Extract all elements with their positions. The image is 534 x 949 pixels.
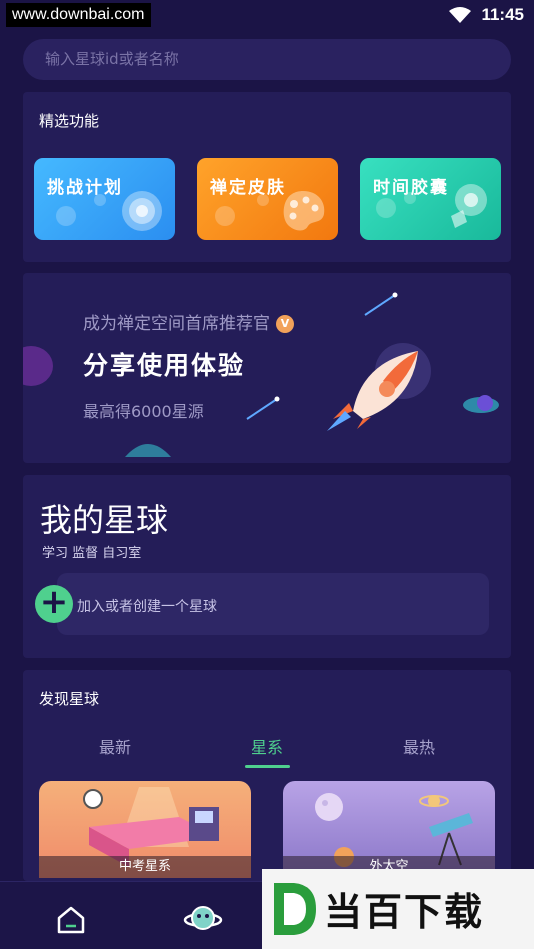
galaxy-name: 中考星系 bbox=[39, 856, 251, 878]
watermark-logo: 当百下载 bbox=[262, 869, 534, 949]
my-planet-tags: 学习 监督 自习室 bbox=[42, 546, 142, 561]
plus-icon[interactable]: + bbox=[35, 585, 73, 623]
my-planet-title: 我的星球 bbox=[40, 501, 169, 539]
feature-zen-skin-button[interactable]: 禅定皮肤 bbox=[197, 158, 338, 240]
feature-label: 禅定皮肤 bbox=[210, 178, 286, 198]
capsule-icon bbox=[451, 184, 487, 228]
promo-subtitle-text: 成为禅定空间首席推荐官 bbox=[83, 314, 270, 334]
my-planet-card: 我的星球 学习 监督 自习室 + 加入或者创建一个星球 bbox=[23, 475, 511, 658]
discover-card: 发现星球 最新 星系 最热 中考星系 外太空 bbox=[23, 670, 511, 881]
promo-subtitle: 成为禅定空间首席推荐官 V bbox=[83, 309, 294, 334]
watermark-text: 当百下载 bbox=[324, 890, 485, 934]
feature-time-capsule-button[interactable]: 时间胶囊 bbox=[360, 158, 501, 240]
feature-label: 挑战计划 bbox=[47, 178, 123, 198]
telescope-illustration-icon bbox=[315, 793, 473, 867]
search-input[interactable]: 输入星球id或者名称 bbox=[23, 39, 511, 80]
status-bar: www.downbai.com 11:45 bbox=[0, 0, 534, 30]
shooting-star-icon bbox=[246, 396, 280, 420]
feature-label: 时间胶囊 bbox=[373, 178, 449, 198]
join-planet-text: 加入或者创建一个星球 bbox=[77, 599, 217, 615]
tab-galaxy[interactable]: 星系 bbox=[251, 734, 283, 758]
status-indicators: 11:45 bbox=[449, 4, 524, 26]
desk-illustration-icon bbox=[83, 787, 219, 867]
rocket-icon bbox=[327, 343, 431, 431]
discover-title: 发现星球 bbox=[39, 690, 100, 708]
search-placeholder: 输入星球id或者名称 bbox=[45, 50, 179, 68]
galaxy-card-zhongkao[interactable]: 中考星系 bbox=[39, 781, 251, 878]
planet-icon[interactable] bbox=[183, 900, 223, 938]
planet-decoration-icon bbox=[125, 444, 171, 457]
featured-card: 精选功能 挑战计划 禅定皮肤 时间胶囊 bbox=[23, 92, 511, 262]
v-badge-icon: V bbox=[276, 315, 294, 333]
promo-banner[interactable]: 成为禅定空间首席推荐官 V 分享使用体验 最高得6000星源 bbox=[23, 273, 511, 463]
active-tab-indicator bbox=[245, 765, 290, 768]
promo-headline: 分享使用体验 bbox=[83, 351, 246, 380]
promo-reward: 最高得6000星源 bbox=[83, 402, 204, 421]
watermark-url: www.downbai.com bbox=[6, 3, 151, 27]
planet-decoration-icon bbox=[463, 395, 499, 413]
feature-challenge-plan-button[interactable]: 挑战计划 bbox=[34, 158, 175, 240]
bubble-decoration bbox=[215, 206, 235, 226]
home-icon[interactable] bbox=[55, 904, 87, 936]
discover-tabs: 最新 星系 最热 bbox=[23, 730, 511, 770]
downbai-logo-icon bbox=[274, 883, 316, 935]
wifi-icon bbox=[449, 7, 472, 23]
tab-hottest[interactable]: 最热 bbox=[403, 734, 435, 758]
tab-latest[interactable]: 最新 bbox=[99, 734, 131, 758]
planet-decoration-icon bbox=[23, 346, 53, 386]
target-icon bbox=[122, 191, 162, 231]
bubble-decoration bbox=[56, 206, 76, 226]
bubble-decoration bbox=[376, 198, 396, 218]
status-time: 11:45 bbox=[481, 5, 524, 24]
palette-icon bbox=[283, 191, 325, 231]
galaxy-card-outer-space[interactable]: 外太空 bbox=[283, 781, 495, 878]
featured-title: 精选功能 bbox=[39, 112, 100, 130]
shooting-star-icon bbox=[364, 292, 398, 316]
